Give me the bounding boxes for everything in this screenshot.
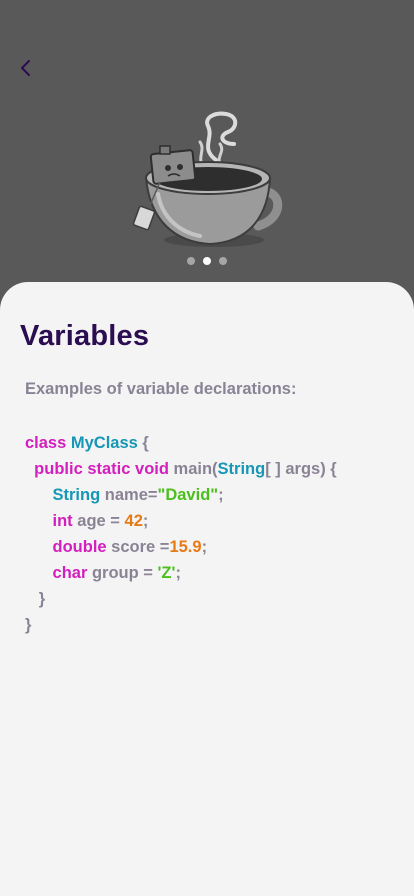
page-indicator [0,257,414,265]
code-class-name: MyClass [70,434,138,452]
page-title: Variables [20,320,150,352]
code-number: 15.9 [169,538,202,556]
code-text: ; [218,486,224,504]
code-line: public static void main(String[ ] args) … [25,456,337,482]
code-keyword: char [52,564,88,582]
code-text: age = [72,512,125,530]
code-text: group = [87,564,158,582]
hero-banner [0,0,414,300]
code-string: 'Z' [157,564,176,582]
page-indicator-dot-active[interactable] [203,257,211,265]
code-line: } [25,612,337,638]
code-line: int age = 42; [25,508,337,534]
back-button[interactable] [12,54,40,82]
code-text: } [25,616,32,634]
code-block: class MyClass { public static void main(… [25,430,337,638]
code-line: } [25,586,337,612]
code-keyword: double [52,538,107,556]
robot-in-teacup-illustration [132,111,283,247]
code-text: ; [201,538,208,556]
code-type: String [52,486,101,504]
code-text: main( [168,460,218,478]
content-sheet: Variables Examples of variable declarati… [0,282,414,896]
code-text: ; [142,512,149,530]
code-line: double score =15.9; [25,534,337,560]
code-line: char group = 'Z'; [25,560,337,586]
code-line: class MyClass { [25,430,337,456]
code-text: } [25,590,46,608]
code-keyword: public static void [34,460,169,478]
code-text: score = [106,538,170,556]
page-indicator-dot[interactable] [219,257,227,265]
code-keyword: int [52,512,73,530]
chevron-left-icon [21,60,30,76]
section-subtitle: Examples of variable declarations: [25,380,297,398]
code-text: { [137,434,149,452]
code-type: String [217,460,266,478]
code-line: String name="David"; [25,482,337,508]
code-keyword: class [25,434,67,452]
code-text: name= [100,486,158,504]
page-indicator-dot[interactable] [187,257,195,265]
code-string: "David" [157,486,219,504]
code-text: ; [175,564,181,582]
code-text: [ ] args) { [265,460,337,478]
code-number: 42 [124,512,143,530]
